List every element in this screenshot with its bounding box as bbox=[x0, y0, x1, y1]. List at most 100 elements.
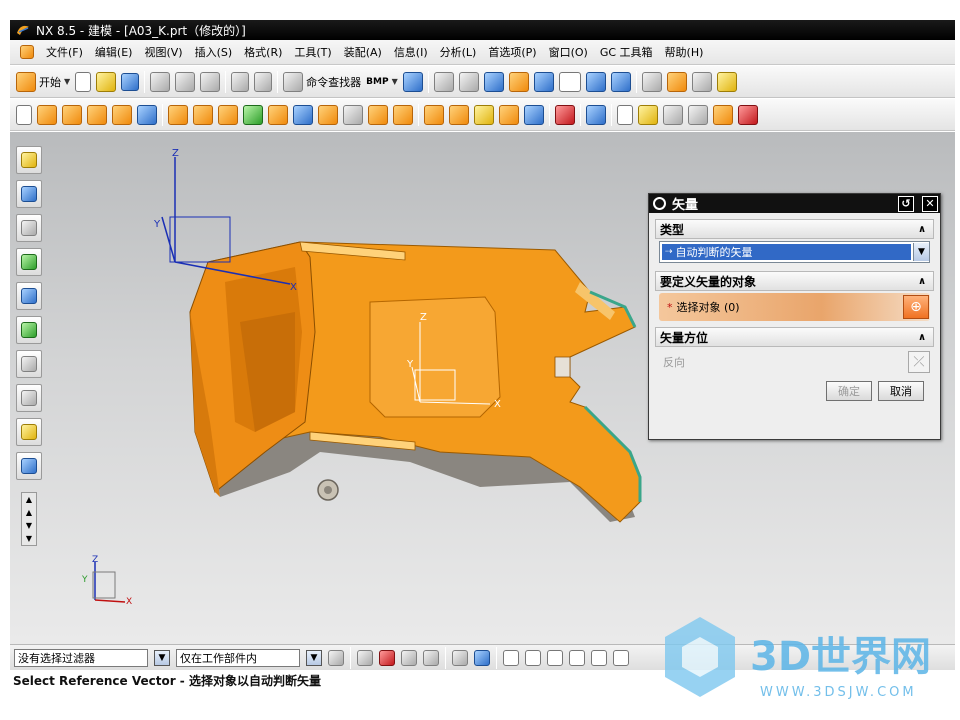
roles-tab[interactable] bbox=[16, 452, 42, 480]
datum-plane-icon[interactable] bbox=[137, 104, 157, 125]
type-group-header[interactable]: 类型 ∧ bbox=[655, 219, 934, 239]
extrude-icon[interactable] bbox=[37, 104, 57, 125]
menu-preferences[interactable]: 首选项(P) bbox=[488, 44, 536, 60]
command-finder-button[interactable]: 命令查找器 bbox=[283, 71, 361, 92]
midpoint-snap-icon[interactable] bbox=[525, 649, 541, 666]
draft-icon[interactable] bbox=[393, 104, 413, 125]
body-select-icon[interactable] bbox=[474, 649, 490, 666]
intersect-icon[interactable] bbox=[218, 104, 238, 125]
resource-scroll[interactable]: ▲ ▲ ▼ ▼ bbox=[21, 492, 37, 546]
control-point-snap-icon[interactable] bbox=[547, 649, 563, 666]
crosshair-icon[interactable]: ⊕ bbox=[903, 295, 929, 319]
fit-view-icon[interactable] bbox=[433, 71, 454, 92]
snap-icon[interactable] bbox=[357, 649, 373, 666]
menu-edit[interactable]: 编辑(E) bbox=[95, 44, 133, 60]
boss-icon[interactable] bbox=[112, 104, 132, 125]
wcs-icon[interactable] bbox=[585, 71, 606, 92]
start-button[interactable]: 开始 ▼ bbox=[16, 71, 70, 92]
constraint-navigator-tab[interactable] bbox=[16, 180, 42, 208]
scroll-up-icon[interactable]: ▲ bbox=[26, 495, 32, 504]
drawing-icon[interactable] bbox=[617, 104, 633, 125]
menu-insert[interactable]: 插入(S) bbox=[195, 44, 233, 60]
close-icon[interactable]: ✕ bbox=[922, 195, 938, 212]
rectangle-select-icon[interactable] bbox=[423, 649, 439, 666]
menu-file[interactable]: 文件(F) bbox=[46, 44, 83, 60]
pmi-icon[interactable] bbox=[638, 104, 658, 125]
web-browser-tab[interactable] bbox=[16, 316, 42, 344]
hd3d-tools-tab[interactable] bbox=[16, 282, 42, 310]
new-file-icon[interactable] bbox=[75, 71, 92, 92]
type-filter-select[interactable]: 没有选择过滤器 bbox=[14, 648, 148, 667]
part-color-icon[interactable] bbox=[508, 71, 529, 92]
part-navigator-tab[interactable] bbox=[16, 214, 42, 242]
snap-point-icon[interactable] bbox=[666, 71, 687, 92]
view-icon[interactable] bbox=[713, 104, 733, 125]
revolve-icon[interactable] bbox=[62, 104, 82, 125]
mirror-icon[interactable] bbox=[449, 104, 469, 125]
menu-view[interactable]: 视图(V) bbox=[144, 44, 182, 60]
subtract-icon[interactable] bbox=[193, 104, 213, 125]
object-group-header[interactable]: 要定义矢量的对象 ∧ bbox=[655, 271, 934, 291]
chevron-down-icon[interactable]: ▼ bbox=[913, 243, 929, 261]
sketch-icon[interactable] bbox=[16, 104, 32, 125]
arc-center-snap-icon[interactable] bbox=[613, 649, 629, 666]
menu-window[interactable]: 窗口(O) bbox=[549, 44, 588, 60]
scroll-up-icon[interactable]: ▲ bbox=[26, 508, 32, 517]
chamfer-icon[interactable] bbox=[343, 104, 363, 125]
pattern-icon[interactable] bbox=[424, 104, 444, 125]
shaded-cube-icon[interactable] bbox=[483, 71, 504, 92]
sew-icon[interactable] bbox=[524, 104, 544, 125]
menu-help[interactable]: 帮助(H) bbox=[665, 44, 704, 60]
reverse-direction-icon[interactable]: ⤫ bbox=[908, 351, 930, 373]
collapse-icon[interactable]: ∧ bbox=[915, 276, 929, 287]
redo-icon[interactable] bbox=[254, 71, 273, 92]
save-icon[interactable] bbox=[121, 72, 140, 91]
layer-icon[interactable] bbox=[610, 71, 631, 92]
chevron-down-icon[interactable]: ▼ bbox=[154, 649, 170, 666]
menu-assemblies[interactable]: 装配(A) bbox=[344, 44, 382, 60]
offset-face-icon[interactable] bbox=[499, 104, 519, 125]
render-style-icon[interactable] bbox=[458, 71, 479, 92]
tool-icon[interactable] bbox=[716, 71, 737, 92]
dimension-icon[interactable] bbox=[688, 104, 708, 125]
endpoint-snap-icon[interactable] bbox=[503, 649, 519, 666]
table-icon[interactable] bbox=[663, 104, 683, 125]
menu-analysis[interactable]: 分析(L) bbox=[440, 44, 477, 60]
feature-select-icon[interactable] bbox=[452, 649, 468, 666]
orientation-group-header[interactable]: 矢量方位 ∧ bbox=[655, 327, 934, 347]
datum-axis-icon[interactable] bbox=[243, 104, 263, 125]
menu-gc-toolkit[interactable]: GC 工具箱 bbox=[600, 44, 653, 60]
system-materials-tab[interactable] bbox=[16, 384, 42, 412]
menu-tools[interactable]: 工具(T) bbox=[294, 44, 331, 60]
cut-icon[interactable] bbox=[150, 71, 171, 92]
bmp-button[interactable]: BMP ▼ bbox=[366, 77, 398, 87]
unite-icon[interactable] bbox=[168, 104, 188, 125]
menu-information[interactable]: 信息(I) bbox=[394, 44, 428, 60]
copy-icon[interactable] bbox=[175, 71, 196, 92]
menu-format[interactable]: 格式(R) bbox=[244, 44, 282, 60]
reset-icon[interactable]: ↺ bbox=[898, 195, 914, 212]
gear-icon[interactable] bbox=[653, 197, 666, 210]
history-tab[interactable] bbox=[16, 350, 42, 378]
filter-settings-icon[interactable] bbox=[328, 649, 344, 666]
measure-icon[interactable] bbox=[641, 71, 662, 92]
ruler-icon[interactable] bbox=[691, 71, 712, 92]
rib-icon[interactable] bbox=[474, 104, 494, 125]
reuse-library-tab[interactable] bbox=[16, 248, 42, 276]
dialog-title-bar[interactable]: 矢量 ↺ ✕ bbox=[649, 194, 940, 213]
collapse-icon[interactable]: ∧ bbox=[915, 332, 929, 343]
select-all-icon[interactable] bbox=[379, 649, 395, 666]
start-menu-icon[interactable] bbox=[20, 45, 34, 59]
info-icon[interactable] bbox=[402, 71, 423, 92]
ok-button[interactable]: 确定 bbox=[826, 381, 872, 401]
paste-icon[interactable] bbox=[200, 71, 221, 92]
selection-scope-select[interactable]: 仅在工作部件内 bbox=[176, 648, 300, 667]
chevron-down-icon[interactable]: ▼ bbox=[306, 649, 322, 666]
block-icon[interactable] bbox=[268, 104, 288, 125]
intersection-snap-icon[interactable] bbox=[591, 649, 607, 666]
cancel-button[interactable]: 取消 bbox=[878, 381, 924, 401]
scroll-down-icon[interactable]: ▼ bbox=[26, 521, 32, 530]
vector-type-select[interactable]: ⇢ 自动判断的矢量 ▼ bbox=[659, 241, 930, 263]
deselect-icon[interactable] bbox=[401, 649, 417, 666]
assembly-navigator-tab[interactable] bbox=[16, 146, 42, 174]
